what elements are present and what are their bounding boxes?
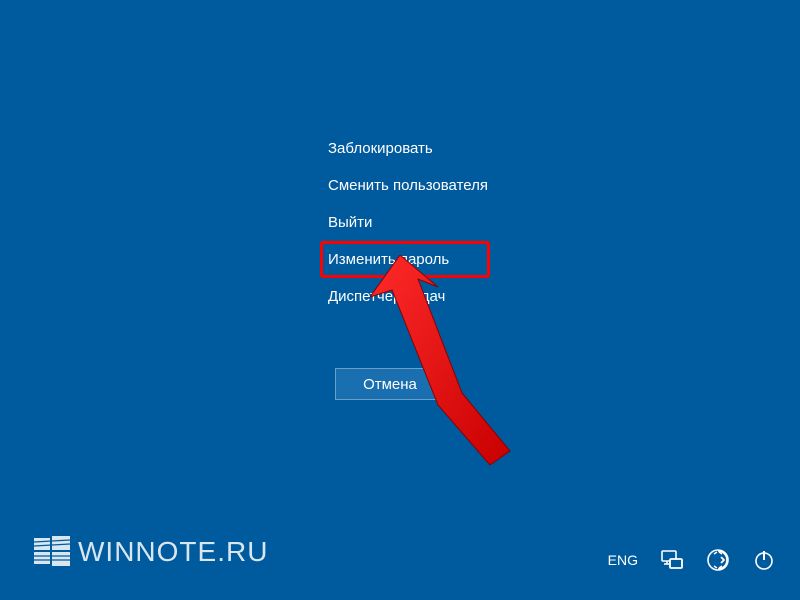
menu-item-label: Заблокировать <box>328 140 433 157</box>
menu-item-sign-out[interactable]: Выйти <box>320 204 560 241</box>
menu-item-change-password[interactable]: Изменить пароль <box>320 241 490 278</box>
network-icon[interactable] <box>660 548 684 572</box>
language-indicator[interactable]: ENG <box>608 552 638 568</box>
menu-item-label: Диспетчер задач <box>328 288 445 305</box>
ease-of-access-icon[interactable] <box>706 548 730 572</box>
menu-item-label: Сменить пользователя <box>328 177 488 194</box>
menu-item-task-manager[interactable]: Диспетчер задач <box>320 278 560 315</box>
cancel-button[interactable]: Отмена <box>335 368 445 400</box>
watermark-text: WINNOTE.RU <box>78 536 268 568</box>
windows-logo-icon <box>32 532 72 572</box>
cancel-button-label: Отмена <box>363 376 417 393</box>
security-options-menu: Заблокировать Сменить пользователя Выйти… <box>320 130 560 315</box>
menu-item-lock[interactable]: Заблокировать <box>320 130 560 167</box>
menu-item-label: Выйти <box>328 214 372 231</box>
menu-item-switch-user[interactable]: Сменить пользователя <box>320 167 560 204</box>
menu-item-label: Изменить пароль <box>328 251 449 268</box>
watermark-logo: WINNOTE.RU <box>32 532 268 572</box>
power-icon[interactable] <box>752 548 776 572</box>
footer-icon-bar: ENG <box>608 548 776 572</box>
